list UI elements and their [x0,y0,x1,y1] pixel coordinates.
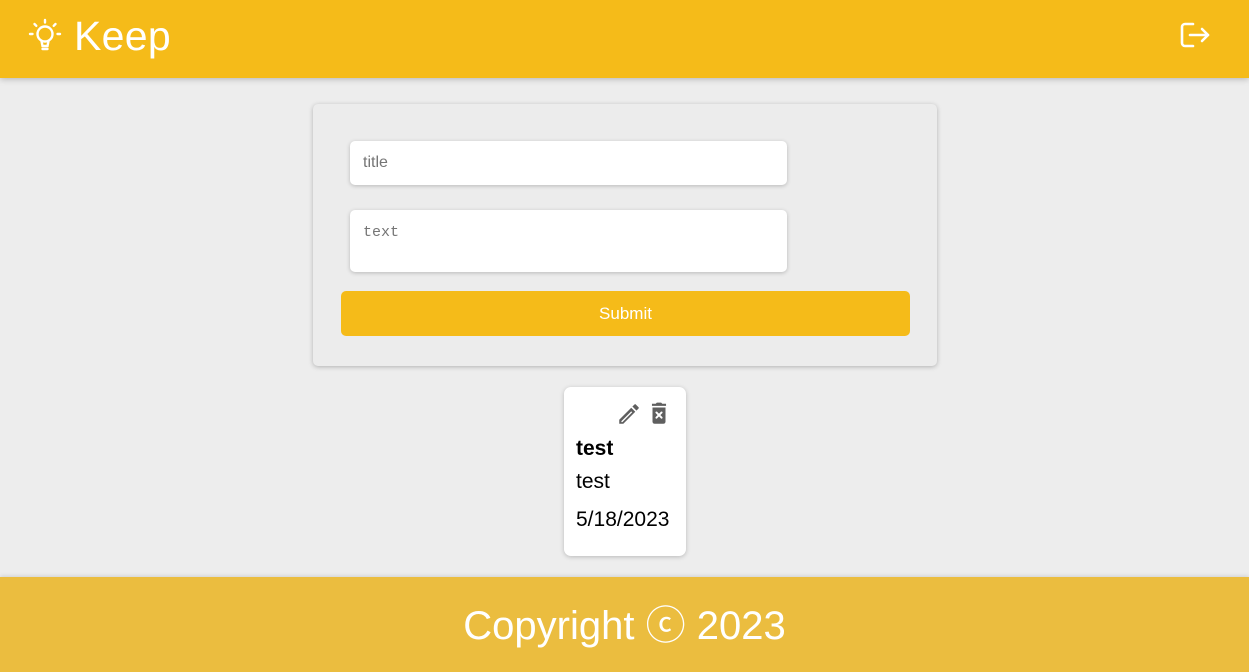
edit-icon[interactable] [616,401,642,427]
title-input[interactable] [350,141,787,185]
note-actions [616,401,672,427]
note-date: 5/18/2023 [576,508,670,531]
app-header: Keep [0,0,1249,78]
brand: Keep [28,12,171,60]
copyright-text: Copyright ⓒ 2023 [463,603,786,648]
text-input[interactable] [350,210,787,272]
create-note-form: Submit [313,104,937,366]
note-body: test [576,470,610,493]
app-footer: Copyright ⓒ 2023 [0,577,1249,672]
app-title: Keep [74,13,171,59]
delete-icon[interactable] [646,401,672,427]
note-card: test test 5/18/2023 [564,387,686,556]
submit-button[interactable]: Submit [341,291,910,336]
logout-button[interactable] [1177,17,1213,53]
lightbulb-icon [28,18,62,54]
logout-icon [1180,22,1210,48]
note-title: test [576,437,614,460]
